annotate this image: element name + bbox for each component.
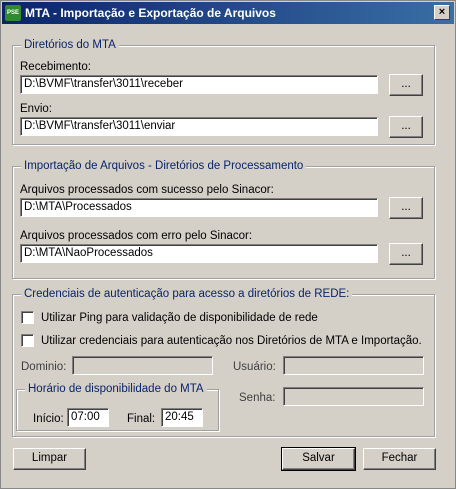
user-field[interactable]: [283, 356, 424, 375]
close-button[interactable]: Fechar: [363, 448, 436, 470]
credentials-legend: Credenciais de autenticação para acesso …: [21, 287, 353, 301]
password-label: Senha:: [239, 392, 276, 404]
import-directories-legend: Importação de Arquivos - Diretórios de P…: [21, 159, 307, 173]
processed-error-label: Arquivos processados com erro pelo Sinac…: [20, 230, 253, 242]
processed-ok-label: Arquivos processados com sucesso pelo Si…: [20, 184, 274, 196]
mta-directories-legend: Diretórios do MTA: [21, 38, 119, 52]
schedule-legend: Horário de disponibilidade do MTA: [25, 382, 207, 396]
processed-ok-browse-button[interactable]: ...: [389, 197, 423, 219]
end-time-field[interactable]: 20:45: [161, 408, 203, 427]
main-window: PSE MTA - Importação e Exportação de Arq…: [0, 0, 456, 489]
credentials-checkbox[interactable]: [21, 334, 34, 347]
window-title: MTA - Importação e Exportação de Arquivo…: [25, 6, 276, 20]
title-bar[interactable]: PSE MTA - Importação e Exportação de Arq…: [2, 2, 454, 24]
receive-path-field[interactable]: D:\BVMF\transfer\3011\receber: [20, 75, 378, 94]
ping-checkbox[interactable]: [21, 311, 34, 324]
app-icon: PSE: [5, 5, 21, 21]
receive-browse-button[interactable]: ...: [389, 74, 423, 96]
processed-ok-path-field[interactable]: D:\MTA\Processados: [20, 198, 378, 217]
processed-error-path-field[interactable]: D:\MTA\NaoProcessados: [20, 244, 378, 263]
start-time-label: Início:: [33, 413, 64, 425]
send-browse-button[interactable]: ...: [389, 116, 423, 138]
user-label: Usuário:: [233, 361, 276, 373]
password-field[interactable]: [283, 387, 424, 406]
clear-button[interactable]: Limpar: [13, 448, 86, 470]
ping-checkbox-label[interactable]: Utilizar Ping para validação de disponib…: [41, 311, 318, 325]
domain-field[interactable]: [72, 356, 213, 375]
close-icon[interactable]: ×: [434, 5, 450, 20]
start-time-field[interactable]: 07:00: [67, 408, 109, 427]
domain-label: Dominio:: [21, 361, 67, 373]
send-label: Envio:: [20, 103, 52, 115]
processed-error-browse-button[interactable]: ...: [389, 243, 423, 265]
end-time-label: Final:: [127, 413, 156, 425]
send-path-field[interactable]: D:\BVMF\transfer\3011\enviar: [20, 117, 378, 136]
receive-label: Recebimento:: [20, 61, 91, 73]
save-button[interactable]: Salvar: [281, 447, 356, 471]
credentials-checkbox-label[interactable]: Utilizar credenciais para autenticação n…: [41, 334, 422, 348]
